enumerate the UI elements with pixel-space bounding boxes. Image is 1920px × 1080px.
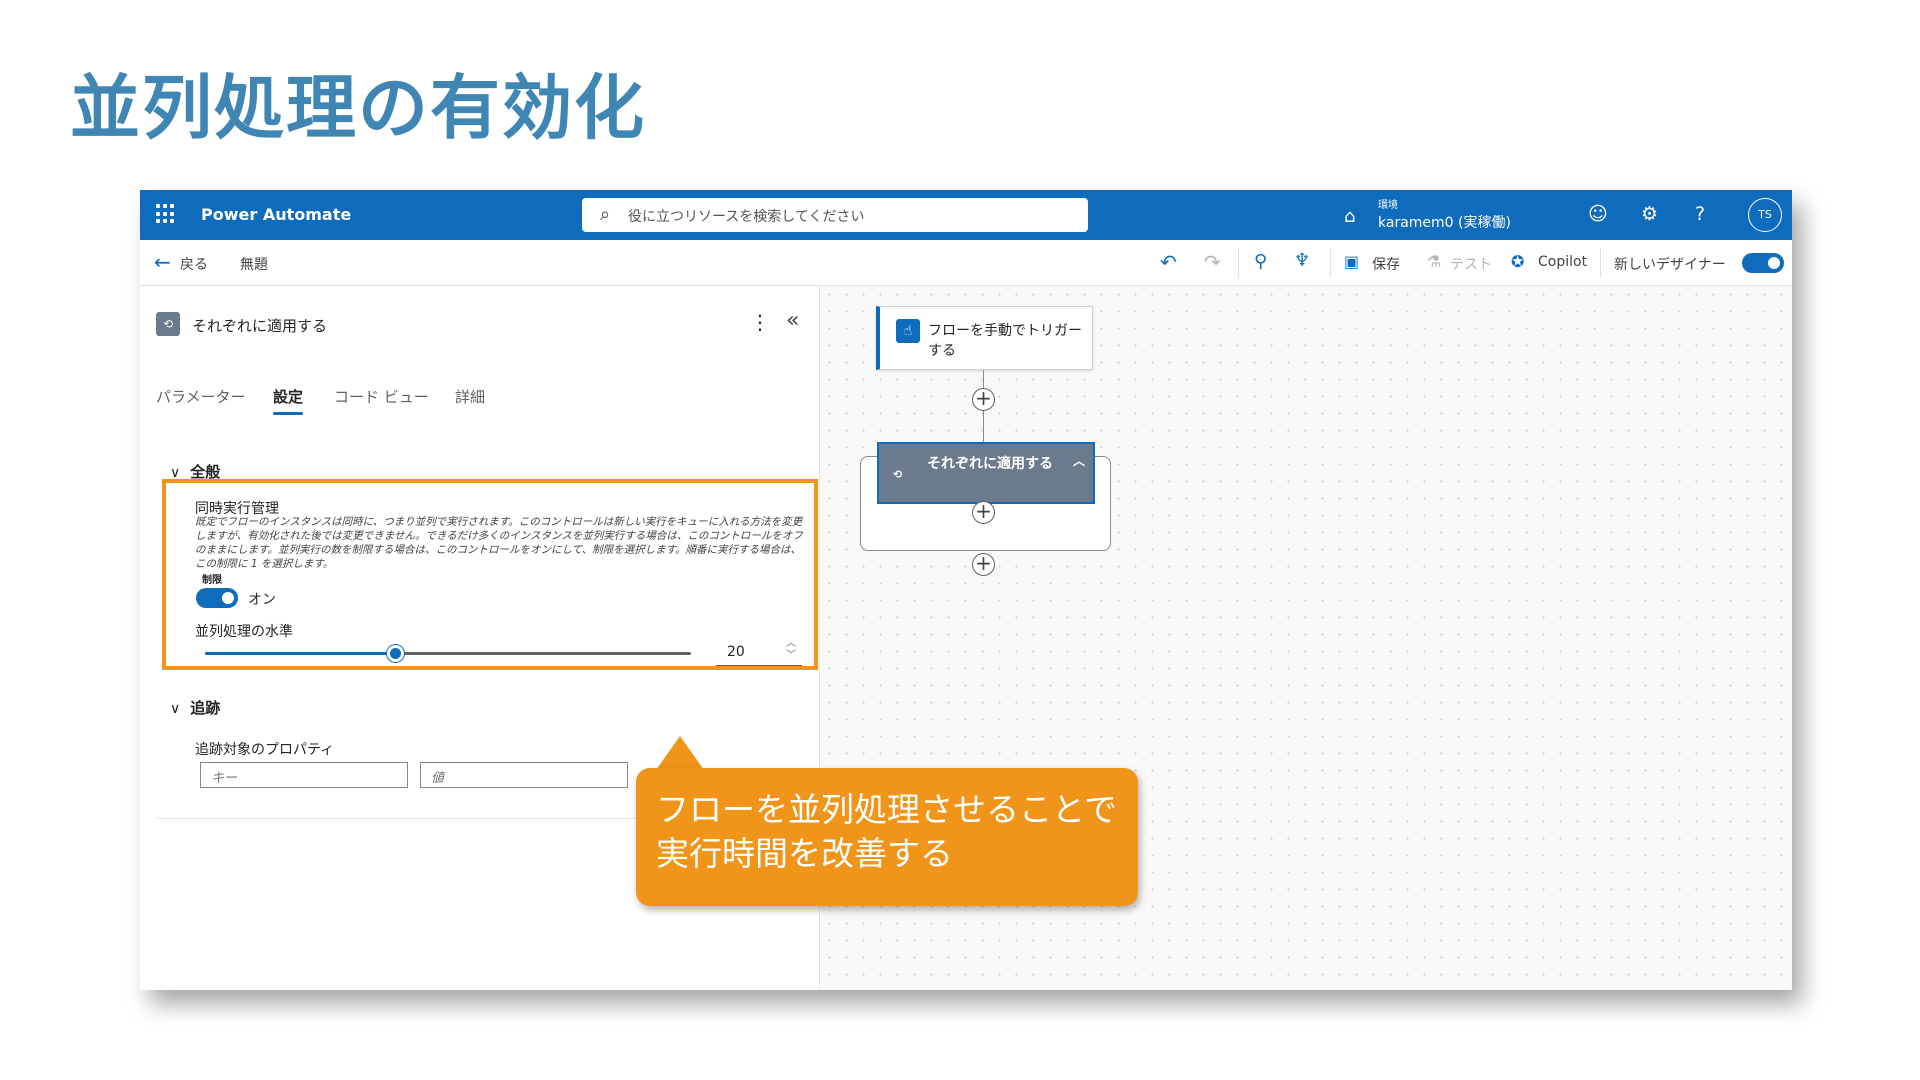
test-button: テスト — [1450, 257, 1492, 273]
new-designer-label: 新しいデザイナー — [1614, 257, 1726, 273]
active-tab-indicator — [273, 412, 303, 415]
panel-title: それぞれに適用する — [192, 317, 328, 335]
tab-parameters[interactable]: パラメーター — [156, 386, 246, 407]
back-button[interactable]: 戻る — [180, 254, 208, 274]
undo-icon[interactable]: ↶ — [1160, 250, 1177, 274]
redo-icon: ↷ — [1204, 250, 1221, 274]
environment-icon: ⌂ — [1344, 206, 1356, 227]
avatar[interactable]: TS — [1748, 198, 1782, 232]
divider — [1330, 248, 1331, 278]
manual-trigger-icon: ☝ — [896, 319, 920, 343]
new-designer-toggle[interactable] — [1742, 253, 1784, 273]
add-step-icon[interactable]: + — [972, 388, 995, 411]
loop-icon: ⟲ — [893, 468, 903, 481]
tracking-value-input[interactable]: 値 — [420, 762, 628, 788]
trigger-card[interactable]: ☝ フローを手動でトリガーする — [876, 306, 1093, 370]
highlight-box — [162, 479, 818, 670]
save-button[interactable]: 保存 — [1372, 254, 1400, 274]
divider — [1600, 248, 1601, 278]
loop-label: それぞれに適用する — [927, 456, 1053, 472]
environment-value: karamem0 (実稼働) — [1378, 215, 1511, 231]
callout-pointer — [656, 736, 704, 770]
tracked-properties-label: 追跡対象のプロパティ — [195, 742, 335, 758]
loop-icon: ⟲ — [156, 312, 180, 336]
copilot-button[interactable]: Copilot — [1538, 254, 1587, 270]
chevron-up-icon[interactable]: ︿ — [1073, 452, 1085, 469]
app-name[interactable]: Power Automate — [201, 205, 351, 224]
loop-card[interactable]: ⟲ それぞれに適用する ︿ — [877, 442, 1095, 504]
tab-details[interactable]: 詳細 — [455, 386, 485, 407]
command-bar: ← 戻る 無題 ↶ ↷ ⚲ ♆ ▣ 保存 ⚗ テスト ✪ Copilot 新しい… — [140, 240, 1792, 286]
tab-settings[interactable]: 設定 — [273, 386, 303, 407]
slide-title: 並列処理の有効化 — [70, 67, 646, 149]
more-options-icon[interactable]: ⋮ — [750, 310, 770, 334]
collapse-panel-icon[interactable]: « — [786, 308, 799, 333]
trigger-label: フローを手動でトリガーする — [928, 323, 1082, 359]
feedback-icon[interactable]: ☺ — [1588, 203, 1608, 225]
add-step-icon[interactable]: + — [972, 553, 995, 576]
tracking-key-input[interactable]: キー — [200, 762, 408, 788]
flow-name[interactable]: 無題 — [240, 254, 268, 274]
section-tracking[interactable]: ∨ 追跡 — [170, 697, 220, 718]
search-icon: ⌕ — [600, 204, 611, 225]
environment-label: 環境 — [1378, 200, 1398, 211]
top-bar: Power Automate ⌕ 役に立つリソースを検索してください ⌂ 環境 … — [140, 190, 1792, 240]
back-arrow-icon[interactable]: ← — [154, 250, 171, 274]
test-flask-icon: ⚗ — [1427, 252, 1442, 271]
flow-checker-icon[interactable]: ⚲ — [1254, 251, 1267, 272]
section-tracking-label: 追跡 — [190, 699, 221, 717]
settings-icon[interactable]: ⚙ — [1641, 203, 1658, 225]
search-input[interactable]: ⌕ 役に立つリソースを検索してください — [582, 198, 1088, 232]
waffle-icon[interactable] — [156, 204, 176, 224]
diagnostics-icon[interactable]: ♆ — [1294, 250, 1310, 271]
copilot-icon: ✪ — [1511, 252, 1525, 271]
add-step-icon[interactable]: + — [972, 501, 995, 524]
tab-code-view[interactable]: コード ビュー — [334, 386, 429, 407]
help-icon[interactable]: ? — [1695, 203, 1705, 225]
search-placeholder: 役に立つリソースを検索してください — [628, 209, 865, 225]
divider — [1238, 248, 1239, 278]
chevron-down-icon: ∨ — [170, 701, 181, 717]
callout-box: フローを並列処理させることで実行時間を改善する — [636, 768, 1138, 906]
save-icon: ▣ — [1344, 252, 1360, 271]
